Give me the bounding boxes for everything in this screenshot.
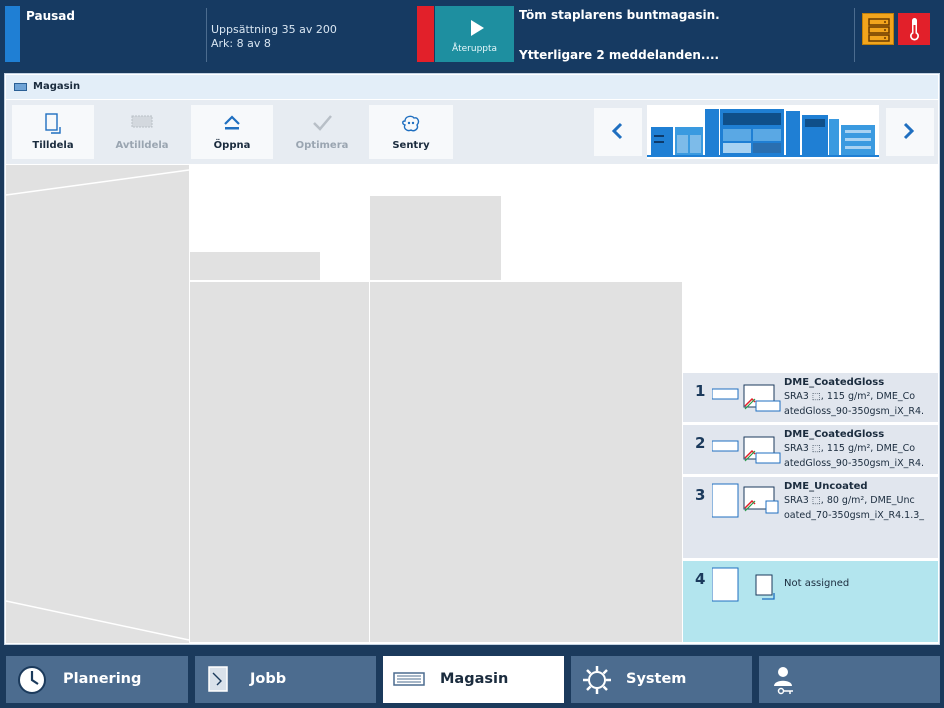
tray-media-name: DME_Uncoated [784, 481, 868, 492]
tray-media-icon [712, 436, 781, 464]
unassign-button-label: Avtilldela [115, 140, 169, 151]
divider [206, 8, 207, 62]
job-progress-sheets: Ark: 8 av 8 [211, 37, 271, 50]
nav-user[interactable] [759, 656, 940, 703]
tray-number: 1 [695, 382, 706, 400]
open-button-label: Öppna [213, 140, 251, 151]
unassign-icon [131, 113, 153, 133]
tray-number: 4 [695, 570, 706, 588]
nav-system-label: System [626, 671, 687, 687]
tray-1[interactable]: 1 DME_CoatedGloss SRA3 ⬚, 115 g/m², DME_… [683, 373, 938, 422]
sentry-icon [400, 113, 422, 139]
nav-system[interactable]: System [571, 656, 752, 703]
gear-icon [583, 666, 611, 694]
tray-icon [393, 672, 425, 686]
tray-media-details: SRA3 ⬚, 115 g/m², DME_Co [784, 391, 916, 402]
nav-magasin[interactable]: Magasin [383, 656, 564, 703]
tray-media-name: DME_CoatedGloss [784, 377, 885, 388]
tray-media-name: DME_CoatedGloss [784, 429, 885, 440]
trays-panel: Magasin Tilldela Avtilldela Öppna Optime… [4, 73, 940, 645]
tray-media-catalog: atedGloss_90-350gsm_iX_R4. [784, 406, 925, 417]
device-area: 1 DME_CoatedGloss SRA3 ⬚, 115 g/m², DME_… [6, 165, 938, 643]
chevron-left-icon [611, 122, 623, 140]
divider [854, 8, 855, 62]
module-right [370, 282, 682, 642]
next-module-button[interactable] [886, 108, 934, 156]
check-icon [311, 113, 333, 137]
resume-button-label: Återuppta [451, 44, 498, 54]
previous-module-button[interactable] [594, 108, 642, 156]
thermometer-icon[interactable] [898, 13, 930, 45]
chevron-right-icon [903, 122, 915, 140]
tray-number: 3 [695, 486, 706, 504]
nav-jobb-label: Jobb [250, 671, 287, 687]
assign-icon [44, 113, 62, 139]
tray-media-icon [712, 384, 781, 412]
tray-media-catalog: oated_70-350gsm_iX_R4.1.3_ [784, 510, 925, 521]
panel-title: Magasin [33, 81, 81, 92]
bottom-navigation: Planering Jobb Magasin System [0, 650, 944, 708]
nav-jobb[interactable]: Jobb [195, 656, 376, 703]
toolbar: Tilldela Avtilldela Öppna Optimera Sentr… [6, 100, 938, 164]
clock-icon [18, 666, 46, 694]
module-top-small [190, 252, 320, 280]
play-icon [471, 20, 484, 36]
optimize-button[interactable]: Optimera [280, 105, 364, 159]
tray-empty-icon [712, 567, 775, 602]
nav-planering-label: Planering [63, 671, 142, 687]
more-messages-link[interactable]: Ytterligare 2 meddelanden.... [519, 48, 719, 62]
printer-state: Pausad [26, 9, 75, 23]
job-progress-sets: Uppsättning 35 av 200 [211, 23, 337, 36]
tray-3[interactable]: 3 DME_Uncoated SRA3 ⬚, 80 g/m², DME_Unc … [683, 477, 938, 558]
document-icon [208, 666, 228, 692]
panel-header: Magasin [6, 75, 938, 99]
alert-indicator [417, 6, 434, 62]
resume-button[interactable]: Återuppta [435, 6, 514, 62]
status-indicator [5, 6, 20, 62]
module-left [6, 165, 190, 643]
user-key-icon [774, 667, 793, 695]
sentry-button[interactable]: Sentry [369, 105, 453, 159]
tray-not-assigned: Not assigned [784, 578, 850, 589]
status-message[interactable]: Töm staplarens buntmagasin. [519, 8, 720, 22]
tray-2[interactable]: 2 DME_CoatedGloss SRA3 ⬚, 115 g/m², DME_… [683, 425, 938, 474]
tray-icon [14, 83, 27, 91]
assign-button-label: Tilldela [32, 140, 74, 151]
eject-icon [222, 113, 242, 137]
unassign-button[interactable]: Avtilldela [100, 105, 184, 159]
sentry-button-label: Sentry [392, 140, 430, 151]
tray-media-details: SRA3 ⬚, 80 g/m², DME_Unc [784, 495, 915, 506]
printer-warning-icon[interactable] [862, 13, 894, 45]
nav-planering[interactable]: Planering [6, 656, 188, 703]
tray-media-details: SRA3 ⬚, 115 g/m², DME_Co [784, 443, 916, 454]
assign-button[interactable]: Tilldela [12, 105, 94, 159]
tray-number: 2 [695, 434, 706, 452]
open-button[interactable]: Öppna [191, 105, 273, 159]
tray-media-icon [712, 483, 779, 518]
module-top-right [370, 196, 501, 280]
machine-overview[interactable] [647, 105, 879, 159]
module-middle [190, 282, 369, 642]
tray-media-catalog: atedGloss_90-350gsm_iX_R4. [784, 458, 925, 469]
optimize-button-label: Optimera [295, 140, 349, 151]
tray-4[interactable]: 4 Not assigned [683, 561, 938, 642]
status-bar: Pausad Uppsättning 35 av 200 Ark: 8 av 8… [0, 0, 944, 70]
nav-magasin-label: Magasin [440, 671, 509, 687]
